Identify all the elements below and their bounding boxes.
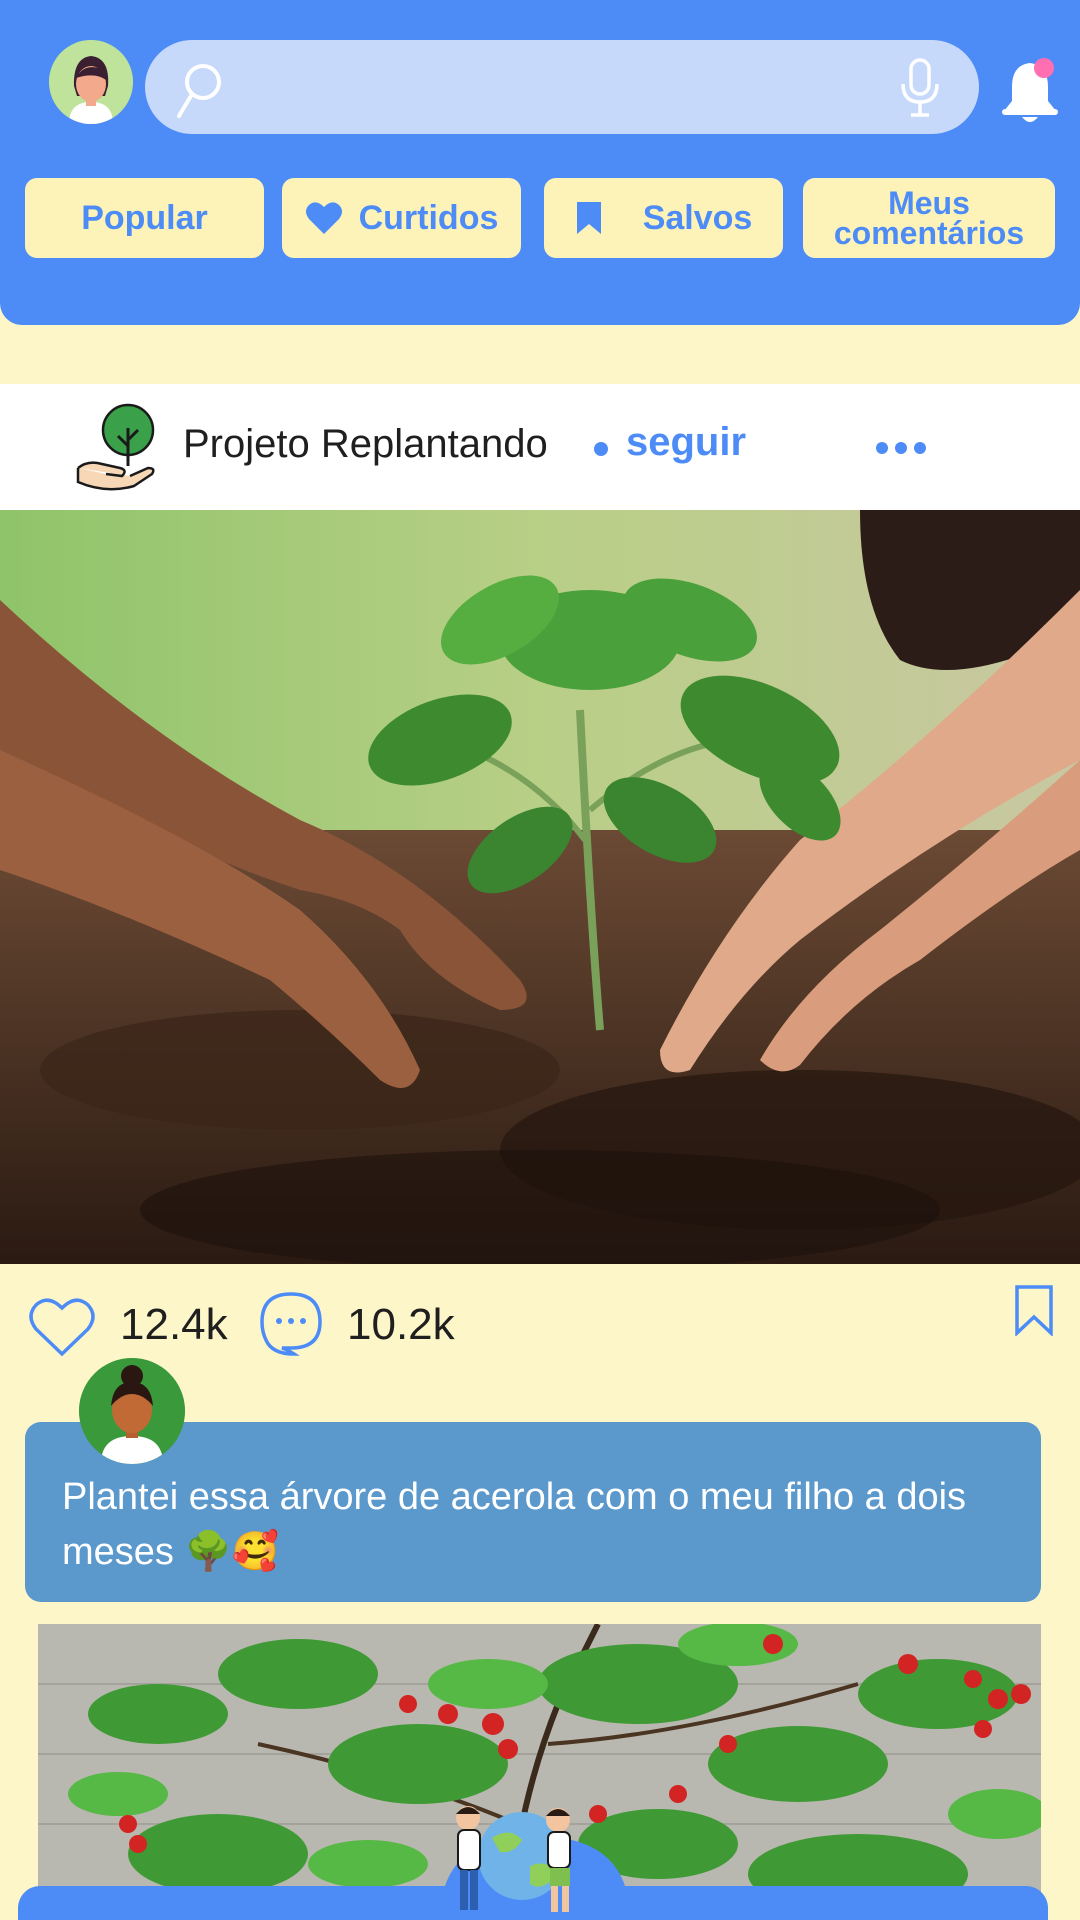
comment-card: Plantei essa árvore de acerola com o meu… bbox=[25, 1422, 1041, 1602]
search-bar[interactable] bbox=[145, 40, 979, 134]
post-image[interactable] bbox=[0, 510, 1080, 1264]
filter-meus-comentarios-label: Meus comentários bbox=[833, 185, 1025, 251]
user-avatar[interactable] bbox=[49, 40, 133, 124]
commenter-avatar[interactable] bbox=[79, 1358, 185, 1464]
like-icon[interactable] bbox=[27, 1296, 97, 1358]
save-bookmark-icon[interactable] bbox=[1014, 1284, 1054, 1336]
more-options-button[interactable] bbox=[876, 442, 926, 454]
notification-bell-icon[interactable] bbox=[1000, 55, 1060, 127]
comment-icon[interactable] bbox=[258, 1290, 324, 1356]
like-count: 12.4k bbox=[120, 1300, 228, 1349]
post-author-bar: Projeto Replantando seguir bbox=[0, 384, 1080, 510]
filter-curtidos[interactable]: Curtidos bbox=[282, 178, 521, 258]
filter-salvos-label: Salvos bbox=[642, 198, 753, 237]
post-author-name[interactable]: Projeto Replantando bbox=[183, 422, 548, 467]
bookmark-icon bbox=[575, 200, 603, 236]
app-screen: Popular Curtidos Salvos Meus comentários bbox=[0, 0, 1080, 1920]
filter-curtidos-label: Curtidos bbox=[358, 198, 499, 237]
user-avatar-icon bbox=[49, 40, 133, 124]
filter-popular-label: Popular bbox=[81, 198, 208, 237]
notification-badge bbox=[1034, 58, 1054, 78]
project-logo-icon[interactable] bbox=[76, 402, 158, 496]
commenter-avatar-icon bbox=[79, 1358, 185, 1464]
search-input[interactable] bbox=[225, 60, 849, 116]
comment-text: Plantei essa árvore de acerola com o meu… bbox=[62, 1476, 967, 1573]
microphone-icon[interactable] bbox=[897, 58, 943, 118]
follow-button[interactable]: seguir bbox=[626, 420, 746, 465]
search-icon bbox=[177, 64, 221, 118]
filter-meus-comentarios[interactable]: Meus comentários bbox=[803, 178, 1055, 258]
comment-count: 10.2k bbox=[347, 1300, 455, 1349]
separator-dot bbox=[594, 442, 608, 456]
filter-salvos[interactable]: Salvos bbox=[544, 178, 783, 258]
kids-globe-icon[interactable] bbox=[430, 1796, 640, 1920]
filter-popular[interactable]: Popular bbox=[25, 178, 264, 258]
header: Popular Curtidos Salvos Meus comentários bbox=[0, 0, 1080, 325]
heart-icon bbox=[305, 201, 343, 235]
